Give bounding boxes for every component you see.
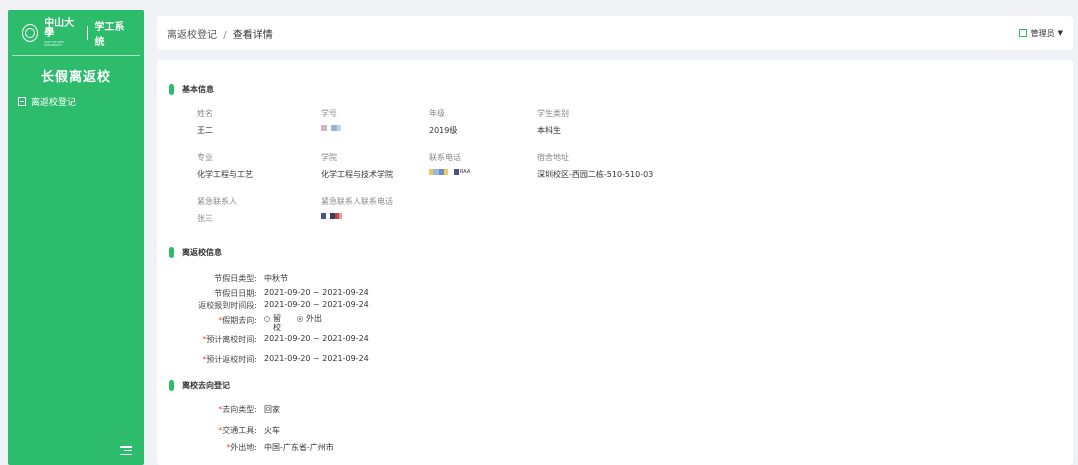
radio-out[interactable]: 外出 — [297, 314, 322, 333]
section-title: 离校去向登记 — [182, 381, 230, 390]
field-phone: 联系电话 RAA — [429, 152, 470, 175]
row-expected-leave: *预计离校时间: 2021-09-20 ~ 2021-09-24 — [157, 334, 369, 345]
row-expected-return: *预计返校时间: 2021-09-20 ~ 2021-09-24 — [157, 354, 369, 365]
row-holiday-date: 节假日日期: 2021-09-20 ~ 2021-09-24 — [157, 288, 369, 299]
logo-divider — [86, 25, 88, 40]
logo-university-english: SUN YAT-SEN UNIVERSITY — [44, 39, 64, 47]
field-value: 深圳校区-西园二栋-510-510-03 — [537, 170, 654, 179]
system-name: 学工系统 — [94, 21, 125, 48]
row-return-window: 返校报到时间段: 2021-09-20 ~ 2021-09-24 — [157, 300, 369, 311]
row-label: *预计离校时间: — [202, 335, 257, 344]
user-menu[interactable]: 管理员 ▼ — [1018, 28, 1063, 39]
field-dorm-address: 宿舍地址 深圳校区-西园二栋-510-510-03 — [537, 152, 653, 180]
sidebar-item-label: 离返校登记 — [31, 98, 77, 108]
masked-phone: RAA — [429, 169, 470, 175]
logo[interactable]: 中山大學 SUN YAT-SEN UNIVERSITY 学工系统 — [12, 10, 140, 56]
field-value: 本科生 — [537, 126, 561, 135]
field-label: 姓名 — [197, 109, 213, 118]
breadcrumb-parent[interactable]: 离返校登记 — [167, 30, 217, 41]
section-leave-info: 离返校信息 — [169, 247, 222, 258]
field-label: 学生类别 — [537, 109, 569, 118]
field-label: 紧急联系人联系电话 — [321, 197, 393, 206]
row-value: 2021-09-20 ~ 2021-09-24 — [264, 300, 369, 309]
row-label: 节假日日期: — [214, 289, 257, 298]
field-value: 张三 — [197, 214, 213, 223]
field-value: 王二 — [197, 126, 213, 135]
row-destination: *假期去向: 留校 外出 — [157, 314, 336, 333]
radio-circle — [297, 316, 303, 322]
field-major: 专业 化学工程与工艺 — [197, 152, 253, 180]
field-value: 2019级 — [429, 126, 458, 135]
breadcrumb-current: 查看详情 — [232, 29, 273, 41]
sidebar: 中山大學 SUN YAT-SEN UNIVERSITY 学工系统 长假离返校 离… — [8, 10, 144, 465]
document-icon — [18, 97, 26, 106]
masked-student-id — [321, 125, 341, 131]
row-holiday-type: 节假日类型: 中秋节 — [157, 273, 288, 284]
field-student-id: 学号 — [321, 108, 341, 131]
section-title: 基本信息 — [182, 85, 214, 94]
row-value: 回家 — [264, 405, 280, 414]
field-emergency-phone: 紧急联系人联系电话 — [321, 196, 393, 219]
field-label: 宿舍地址 — [537, 153, 569, 162]
field-label: 年级 — [429, 109, 445, 118]
field-student-category: 学生类别 本科生 — [537, 108, 569, 136]
section-marker — [169, 380, 174, 391]
field-emergency-contact: 紧急联系人 张三 — [197, 196, 237, 224]
university-seal-icon — [22, 23, 39, 42]
row-label: 返校报到时间段: — [198, 301, 257, 310]
detail-panel: 基本信息 姓名 王二 学号 年级 2019级 学生类别 本科生 专业 化学工程与… — [157, 60, 1073, 465]
destination-radio-group: 留校 外出 — [264, 314, 336, 333]
field-label: 紧急联系人 — [197, 197, 237, 206]
row-label: *假期去向: — [218, 316, 257, 325]
breadcrumb-separator: / — [223, 29, 227, 41]
logo-university-name: 中山大學 — [44, 17, 75, 39]
row-label: 节假日类型: — [214, 274, 257, 283]
section-marker — [169, 84, 174, 95]
phone-suffix: RAA — [460, 169, 471, 175]
field-college: 学院 化学工程与技术学院 — [321, 152, 393, 180]
radio-circle — [264, 316, 270, 322]
radio-label: 外出 — [306, 314, 322, 323]
row-value: 中国-广东省-广州市 — [264, 443, 334, 452]
field-label: 学院 — [321, 153, 337, 162]
row-value: 2021-09-20 ~ 2021-09-24 — [264, 288, 369, 297]
radio-stay[interactable]: 留校 — [264, 314, 283, 333]
row-label: *外出地: — [226, 443, 257, 452]
row-value: 中秋节 — [264, 274, 288, 283]
section-title: 离返校信息 — [182, 248, 222, 257]
field-label: 联系电话 — [429, 153, 461, 162]
topbar: 离返校登记 / 查看详情 管理员 ▼ — [157, 16, 1073, 50]
row-label: *交通工具: — [218, 426, 257, 435]
chevron-down-icon: ▼ — [1057, 29, 1063, 37]
section-basic-info: 基本信息 — [169, 84, 214, 95]
section-marker — [169, 247, 174, 258]
menu-collapse-icon[interactable] — [120, 446, 132, 455]
user-icon — [1018, 29, 1027, 37]
sidebar-item-registration[interactable]: 离返校登记 — [8, 95, 144, 108]
row-transport: *交通工具: 火车 — [157, 425, 280, 436]
row-label: *预计返校时间: — [202, 355, 257, 364]
field-value: 化学工程与工艺 — [197, 170, 253, 179]
radio-label: 留校 — [273, 314, 281, 332]
row-destination-type: *去向类型: 回家 — [157, 404, 280, 415]
field-label: 学号 — [321, 109, 337, 118]
row-value: 2021-09-20 ~ 2021-09-24 — [264, 334, 369, 343]
row-value: 火车 — [264, 426, 280, 435]
row-label: *去向类型: — [218, 405, 257, 414]
field-grade: 年级 2019级 — [429, 108, 457, 136]
section-destination: 离校去向登记 — [169, 380, 230, 391]
field-name: 姓名 王二 — [197, 108, 213, 136]
field-value: 化学工程与技术学院 — [321, 170, 393, 179]
user-label: 管理员 — [1030, 28, 1055, 38]
field-label: 专业 — [197, 153, 213, 162]
row-place: *外出地: 中国-广东省-广州市 — [157, 442, 334, 453]
masked-emergency-phone — [321, 213, 393, 219]
module-title: 长假离返校 — [40, 70, 111, 85]
breadcrumb: 离返校登记 / 查看详情 — [167, 26, 273, 41]
row-value: 2021-09-20 ~ 2021-09-24 — [264, 354, 369, 363]
